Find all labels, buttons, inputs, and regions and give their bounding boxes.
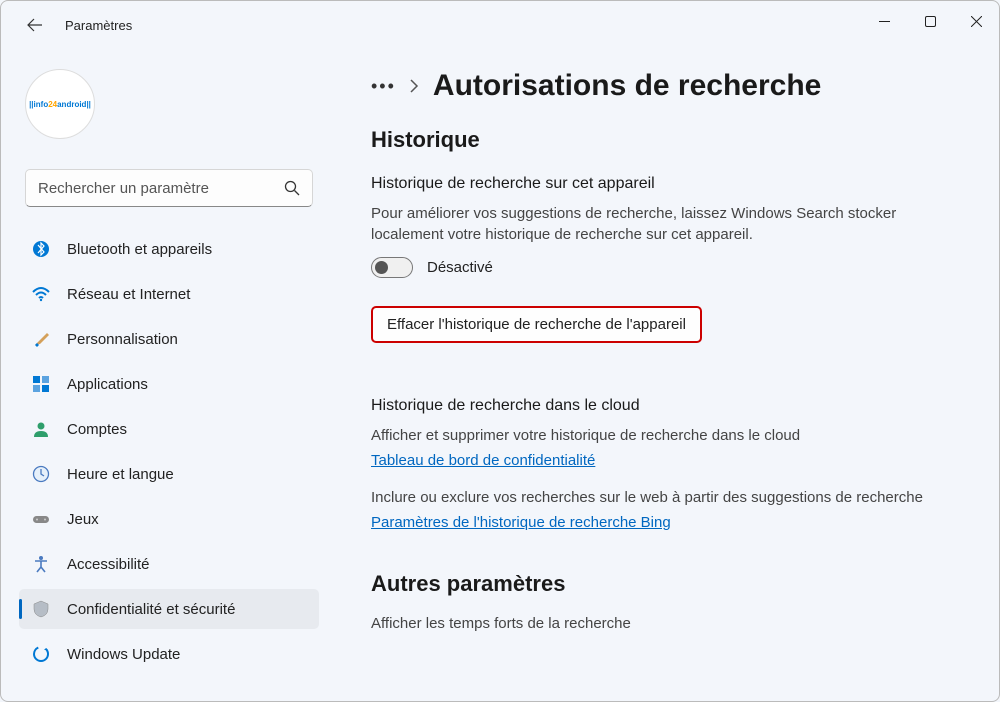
sidebar-item-label: Réseau et Internet <box>67 286 190 303</box>
cloud-history-desc2: Inclure ou exclure vos recherches sur le… <box>371 487 959 508</box>
arrow-left-icon <box>27 17 43 33</box>
cloud-history-title: Historique de recherche dans le cloud <box>371 397 959 415</box>
gamepad-icon <box>31 509 51 529</box>
sidebar-item-label: Windows Update <box>67 646 180 663</box>
sidebar-item-label: Jeux <box>67 511 99 528</box>
sidebar-item-accessibility[interactable]: Accessibilité <box>19 544 319 584</box>
main-content: ••• Autorisations de recherche Historiqu… <box>331 49 999 701</box>
accessibility-icon <box>31 554 51 574</box>
search-icon <box>284 180 300 196</box>
sidebar-item-label: Accessibilité <box>67 556 150 573</box>
sidebar-item-apps[interactable]: Applications <box>19 364 319 404</box>
sidebar-item-time-language[interactable]: Heure et langue <box>19 454 319 494</box>
minimize-icon <box>879 16 890 27</box>
chevron-right-icon <box>410 79 419 93</box>
apps-icon <box>31 374 51 394</box>
person-icon <box>31 419 51 439</box>
privacy-dashboard-link[interactable]: Tableau de bord de confidentialité <box>371 452 595 469</box>
avatar[interactable]: ||info24android|| <box>25 69 95 139</box>
bluetooth-icon <box>31 239 51 259</box>
clear-history-button[interactable]: Effacer l'historique de recherche de l'a… <box>371 306 702 343</box>
sidebar-item-personalization[interactable]: Personnalisation <box>19 319 319 359</box>
titlebar: Paramètres <box>1 1 999 49</box>
breadcrumb-ellipsis[interactable]: ••• <box>371 76 396 97</box>
avatar-logo: ||info24android|| <box>29 100 91 109</box>
minimize-button[interactable] <box>861 1 907 41</box>
sidebar-item-label: Applications <box>67 376 148 393</box>
app-title: Paramètres <box>65 18 132 33</box>
sidebar: ||info24android|| Bluetooth et appareils… <box>1 49 331 701</box>
sidebar-item-network[interactable]: Réseau et Internet <box>19 274 319 314</box>
sidebar-item-label: Personnalisation <box>67 331 178 348</box>
sidebar-item-label: Confidentialité et sécurité <box>67 601 235 618</box>
sidebar-item-label: Comptes <box>67 421 127 438</box>
window-controls <box>861 1 999 41</box>
search-box[interactable] <box>25 169 313 207</box>
section-history-heading: Historique <box>371 127 959 153</box>
close-button[interactable] <box>953 1 999 41</box>
device-history-title: Historique de recherche sur cet appareil <box>371 175 959 193</box>
maximize-icon <box>925 16 936 27</box>
sidebar-nav: Bluetooth et appareils Réseau et Interne… <box>19 229 319 701</box>
sidebar-item-label: Heure et langue <box>67 466 174 483</box>
sidebar-item-label: Bluetooth et appareils <box>67 241 212 258</box>
paintbrush-icon <box>31 329 51 349</box>
device-history-desc: Pour améliorer vos suggestions de recher… <box>371 203 959 245</box>
breadcrumb: ••• Autorisations de recherche <box>371 69 959 103</box>
clock-globe-icon <box>31 464 51 484</box>
sidebar-item-accounts[interactable]: Comptes <box>19 409 319 449</box>
search-input[interactable] <box>38 180 284 197</box>
update-icon <box>31 644 51 664</box>
shield-icon <box>31 599 51 619</box>
sidebar-item-gaming[interactable]: Jeux <box>19 499 319 539</box>
other-desc: Afficher les temps forts de la recherche <box>371 613 959 634</box>
toggle-label: Désactivé <box>427 259 493 276</box>
close-icon <box>971 16 982 27</box>
cloud-history-desc1: Afficher et supprimer votre historique d… <box>371 425 959 446</box>
back-button[interactable] <box>19 9 51 41</box>
sidebar-item-bluetooth[interactable]: Bluetooth et appareils <box>19 229 319 269</box>
section-other-heading: Autres paramètres <box>371 571 959 597</box>
sidebar-item-privacy[interactable]: Confidentialité et sécurité <box>19 589 319 629</box>
sidebar-item-windows-update[interactable]: Windows Update <box>19 634 319 674</box>
wifi-icon <box>31 284 51 304</box>
page-title: Autorisations de recherche <box>433 69 821 103</box>
maximize-button[interactable] <box>907 1 953 41</box>
bing-history-settings-link[interactable]: Paramètres de l'historique de recherche … <box>371 514 671 531</box>
toggle-knob <box>375 261 388 274</box>
history-toggle[interactable] <box>371 257 413 278</box>
